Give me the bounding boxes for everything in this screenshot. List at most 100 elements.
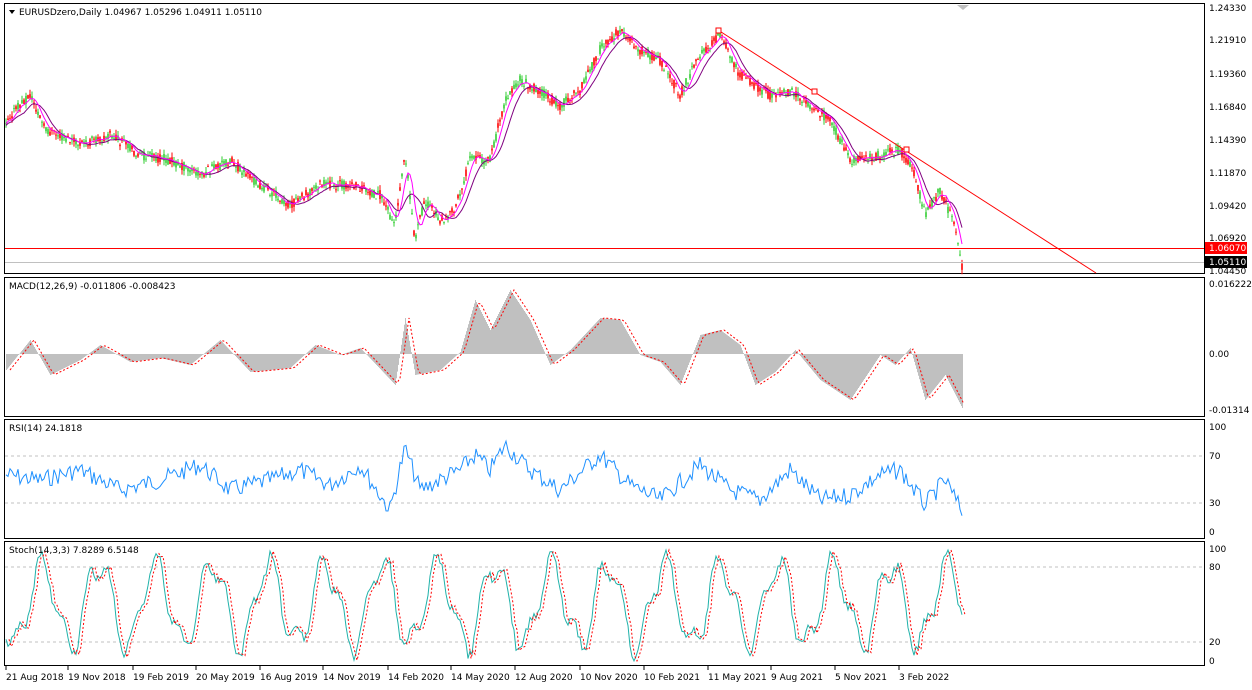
candle-body bbox=[15, 106, 17, 110]
macd-bar bbox=[143, 354, 144, 361]
stoch-panel[interactable] bbox=[4, 541, 1205, 666]
macd-bar bbox=[649, 354, 650, 359]
macd-bar bbox=[86, 354, 87, 356]
macd-bar bbox=[89, 353, 90, 354]
macd-bar bbox=[902, 354, 903, 358]
macd-bar bbox=[522, 308, 523, 354]
candle-body bbox=[903, 156, 905, 159]
macd-bar bbox=[506, 298, 507, 354]
macd-bar bbox=[223, 343, 224, 354]
macd-bar bbox=[42, 354, 43, 361]
macd-bar bbox=[395, 354, 396, 385]
macd-bar bbox=[112, 351, 113, 354]
candle-body bbox=[643, 51, 645, 53]
candle-body bbox=[905, 157, 907, 163]
candle-body bbox=[843, 147, 845, 151]
candle-body bbox=[605, 39, 607, 44]
candle-body bbox=[257, 185, 259, 188]
candle-body bbox=[369, 190, 371, 196]
trendline-anchor-start[interactable] bbox=[715, 27, 722, 34]
macd-bar bbox=[62, 354, 63, 369]
macd-bar bbox=[927, 354, 928, 398]
candle-body bbox=[923, 206, 925, 208]
candle-body bbox=[365, 189, 367, 192]
date-tick: 14 May 2020 bbox=[451, 673, 510, 683]
candle-body bbox=[877, 151, 879, 160]
macd-bar bbox=[326, 349, 327, 354]
candle-body bbox=[901, 148, 903, 158]
macd-bar bbox=[938, 354, 939, 384]
macd-bar bbox=[913, 354, 914, 359]
macd-bar bbox=[917, 354, 918, 373]
candle-body bbox=[255, 179, 257, 185]
date-axis[interactable]: 21 Aug 2018 19 Nov 2018 19 Feb 2019 20 M… bbox=[6, 673, 949, 683]
macd-bar bbox=[620, 320, 621, 354]
macd-bar bbox=[730, 337, 731, 354]
macd-bar bbox=[135, 354, 136, 362]
price-axis[interactable]: 1.24330 1.21910 1.19360 1.16840 1.14390 … bbox=[1205, 4, 1247, 277]
macd-bar bbox=[623, 325, 624, 354]
macd-bar bbox=[445, 354, 446, 366]
macd-bar bbox=[746, 354, 747, 361]
chart-terminal[interactable]: EURUSDzero,Daily 1.04967 1.05296 1.04911… bbox=[0, 0, 1252, 690]
macd-bar bbox=[480, 310, 481, 354]
macd-bar bbox=[578, 341, 579, 354]
macd-bar bbox=[353, 350, 354, 354]
candle-body bbox=[761, 89, 763, 95]
macd-bar bbox=[134, 354, 135, 362]
trendline-anchor-mid[interactable] bbox=[811, 88, 818, 95]
macd-bar bbox=[70, 354, 71, 365]
macd-bar bbox=[57, 354, 58, 372]
candle-body bbox=[387, 206, 389, 210]
macd-bar bbox=[275, 354, 276, 370]
date-tick: 19 Nov 2018 bbox=[68, 673, 126, 683]
macd-bar bbox=[148, 354, 149, 360]
candle-body bbox=[91, 136, 93, 139]
candle-body bbox=[179, 165, 181, 168]
macd-bar bbox=[235, 354, 236, 356]
macd-bar bbox=[868, 354, 869, 373]
macd-bar bbox=[693, 352, 694, 354]
macd-bar bbox=[458, 353, 459, 355]
candle-body bbox=[509, 91, 511, 95]
macd-bar bbox=[117, 354, 118, 355]
macd-bar bbox=[557, 354, 558, 360]
macd-bar bbox=[77, 354, 78, 362]
macd-bar bbox=[461, 348, 462, 354]
macd-bar bbox=[548, 354, 549, 361]
candle-body bbox=[339, 180, 341, 182]
macd-bar bbox=[554, 354, 555, 362]
macd-bar bbox=[469, 320, 470, 354]
price-tick: 1.09420 bbox=[1209, 202, 1246, 212]
macd-bar bbox=[584, 335, 585, 354]
macd-bar bbox=[10, 354, 11, 365]
macd-bar bbox=[212, 346, 213, 354]
macd-bar bbox=[73, 354, 74, 364]
macd-bar bbox=[779, 354, 780, 368]
macd-bar bbox=[500, 310, 501, 354]
macd-bar bbox=[32, 343, 33, 354]
macd-bar bbox=[392, 354, 393, 382]
macd-bar bbox=[780, 354, 781, 367]
macd-bar bbox=[883, 354, 884, 357]
macd-bar bbox=[9, 354, 10, 367]
macd-bar bbox=[133, 354, 134, 362]
macd-tick: -0.01314 bbox=[1209, 406, 1250, 416]
macd-bar bbox=[627, 332, 628, 354]
trendline-anchor-end[interactable] bbox=[903, 146, 910, 153]
macd-bar bbox=[714, 331, 715, 354]
price-tick: 1.19360 bbox=[1209, 70, 1246, 80]
macd-bar bbox=[75, 354, 76, 363]
candle-body bbox=[857, 155, 859, 162]
candle-body bbox=[199, 173, 201, 175]
macd-bar bbox=[76, 354, 77, 362]
candle-body bbox=[833, 126, 835, 132]
candle-body bbox=[491, 148, 493, 151]
macd-bar bbox=[225, 345, 226, 354]
candle-body bbox=[81, 140, 83, 142]
macd-bar bbox=[82, 354, 83, 359]
candle-body bbox=[549, 101, 551, 103]
candle-body bbox=[417, 224, 419, 226]
candle-body bbox=[261, 187, 263, 190]
macd-bar bbox=[848, 354, 849, 399]
